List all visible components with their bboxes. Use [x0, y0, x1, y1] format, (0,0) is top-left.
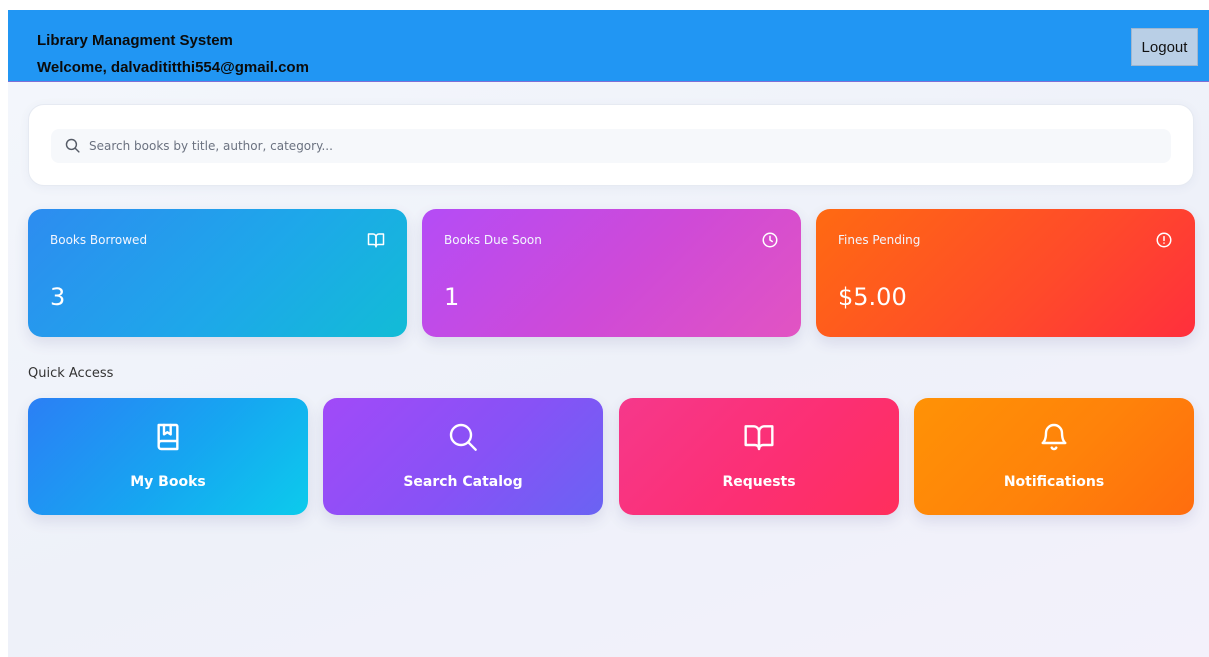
- tile-label: My Books: [130, 474, 206, 490]
- clock-icon: [762, 232, 778, 248]
- quick-access-requests[interactable]: Requests: [619, 398, 899, 515]
- stat-label: Fines Pending: [838, 233, 921, 247]
- alert-circle-icon: [1156, 232, 1172, 248]
- open-book-icon: [744, 425, 774, 451]
- quick-access-search-catalog[interactable]: Search Catalog: [323, 398, 603, 515]
- search-input[interactable]: [89, 129, 1159, 163]
- search-box[interactable]: [51, 129, 1171, 163]
- bell-icon: [1041, 423, 1067, 451]
- dashboard-page: Library Managment System Welcome, dalvad…: [8, 10, 1209, 657]
- stat-value: 1: [444, 283, 460, 311]
- logout-button[interactable]: Logout: [1131, 28, 1198, 66]
- tile-label: Notifications: [1003, 474, 1105, 490]
- tile-label: Search Catalog: [403, 474, 523, 490]
- app-title: Library Managment System: [37, 32, 233, 49]
- search-card: [28, 104, 1194, 186]
- stat-value: $5.00: [838, 283, 907, 311]
- stat-label: Books Due Soon: [444, 233, 542, 247]
- quick-access-my-books[interactable]: My Books: [28, 398, 308, 515]
- quick-access-notifications[interactable]: Notifications: [914, 398, 1194, 515]
- stat-card-books-borrowed: Books Borrowed 3: [28, 209, 407, 337]
- welcome-message: Welcome, dalvadititthi554@gmail.com: [37, 59, 309, 76]
- stat-label: Books Borrowed: [50, 233, 148, 247]
- quick-access-heading: Quick Access: [28, 366, 114, 381]
- tile-label: Requests: [722, 474, 796, 490]
- bookmark-book-icon: [157, 423, 179, 451]
- stat-card-fines-pending: Fines Pending $5.00: [816, 209, 1195, 337]
- stat-value: 3: [50, 283, 66, 311]
- stat-card-books-due-soon: Books Due Soon 1: [422, 209, 801, 337]
- top-navigation-bar: Library Managment System Welcome, dalvad…: [8, 10, 1209, 82]
- search-icon: [65, 138, 80, 153]
- search-icon: [449, 423, 477, 451]
- open-book-icon: [367, 233, 385, 248]
